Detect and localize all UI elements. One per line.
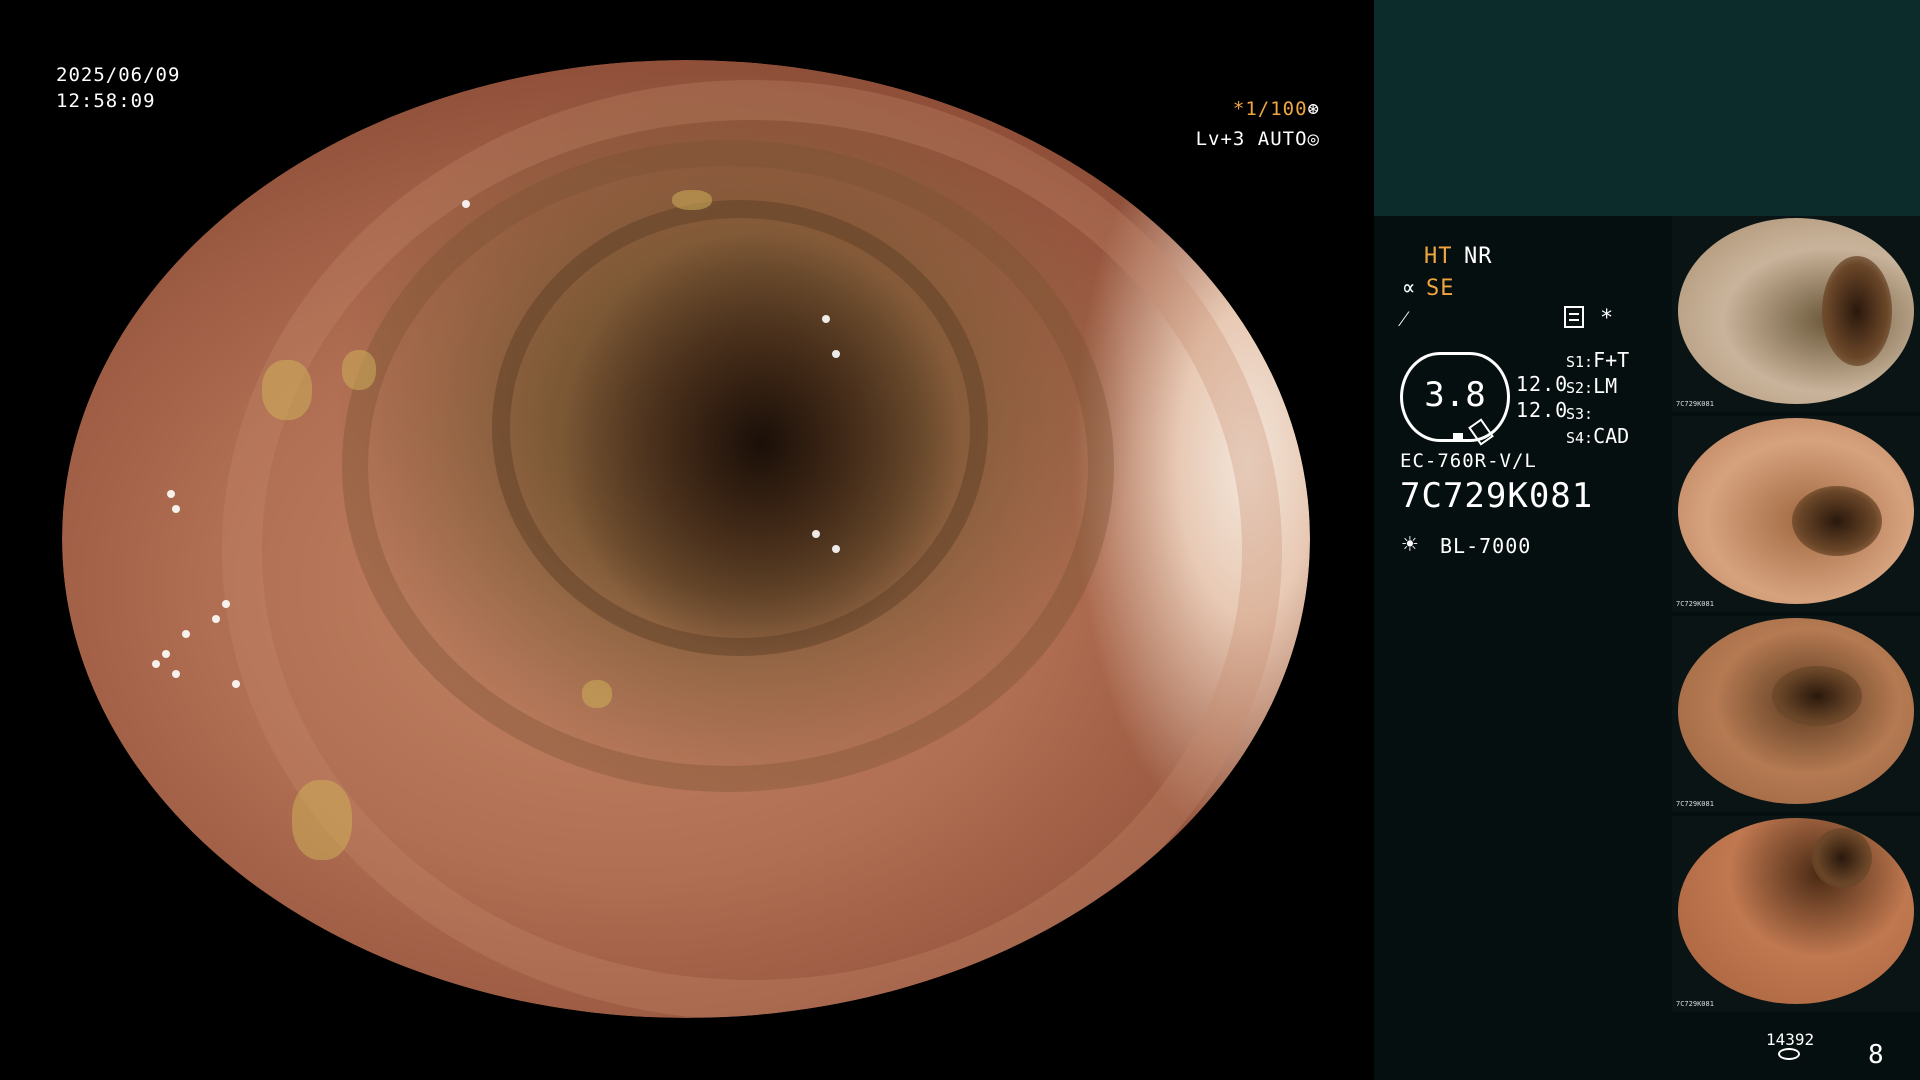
capture-thumbnail[interactable]: 7C729K081 <box>1672 816 1920 1012</box>
scope-model: EC-760R-V/L <box>1400 450 1537 472</box>
debris <box>262 360 312 420</box>
page-number: 8 <box>1868 1040 1884 1070</box>
gauge-box: 3.8 <box>1400 352 1510 446</box>
thumbnail-label: 7C729K081 <box>1676 1000 1714 1008</box>
debris <box>342 350 376 390</box>
debris <box>672 190 712 210</box>
light-reflection <box>172 670 180 678</box>
thumbnail-label: 7C729K081 <box>1676 800 1714 808</box>
debris <box>582 680 612 708</box>
enhancement-icon: ⁄ <box>1402 307 1407 332</box>
light-reflection <box>222 600 230 608</box>
document-icon <box>1564 306 1584 328</box>
nr-label: NR <box>1464 244 1493 269</box>
value-1: 12.0 <box>1516 372 1569 396</box>
switch-1: S1:F+T <box>1566 348 1630 372</box>
switch-4: S4:CAD <box>1566 424 1630 448</box>
light-source-model: BL-7000 <box>1440 534 1532 558</box>
lumen <box>1792 486 1882 556</box>
thumbnail-image <box>1678 818 1914 1004</box>
light-reflection <box>812 530 820 538</box>
light-reflection <box>822 315 830 323</box>
debris <box>292 780 352 860</box>
light-reflection <box>182 630 190 638</box>
light-reflection <box>362 60 370 68</box>
aperture-icon: ⊛ <box>1307 98 1320 120</box>
light-reflection <box>212 615 220 623</box>
panel-header-area <box>1374 0 1920 216</box>
auto-icon: ◎ <box>1307 128 1320 150</box>
lumen <box>1772 666 1862 726</box>
date-text: 2025/06/09 <box>56 64 181 86</box>
time-text: 12:58:09 <box>56 90 156 112</box>
lumen <box>1812 828 1872 888</box>
switch-2: S2:LM <box>1566 374 1618 398</box>
level-text: Lv+3 AUTO <box>1195 128 1308 150</box>
scope-serial: 7C729K081 <box>1400 476 1594 516</box>
endoscope-live-view <box>62 60 1310 1018</box>
ht-label: HT <box>1424 244 1453 269</box>
lumen <box>1822 256 1892 366</box>
thumbnail-label: 7C729K081 <box>1676 600 1714 608</box>
gauge-marker-icon <box>1453 433 1463 441</box>
light-reflection <box>172 505 180 513</box>
shutter-text: *1/100 <box>1232 98 1308 120</box>
light-reflection <box>162 650 170 658</box>
image-counter: 14392 <box>1766 1030 1815 1049</box>
info-panel: HT NR ∝ SE ⁄ * 3.8 12.0 12.0 S1:F+T S2:L… <box>1374 0 1920 1080</box>
light-reflection <box>462 200 470 208</box>
light-reflection <box>167 490 175 498</box>
storage-icon <box>1778 1048 1800 1060</box>
shutter-overlay: *1/100⊛ <box>1233 96 1320 122</box>
switch-3: S3: <box>1566 405 1594 423</box>
light-source-icon: ☀ <box>1402 530 1419 560</box>
capture-thumbnail[interactable]: 7C729K081 <box>1672 216 1920 412</box>
value-2: 12.0 <box>1516 398 1569 422</box>
haustral-fold <box>492 200 988 656</box>
asterisk-indicator: * <box>1600 306 1615 331</box>
light-reflection <box>832 545 840 553</box>
light-reflection <box>152 660 160 668</box>
datetime-overlay: 2025/06/09 12:58:09 <box>56 62 180 114</box>
ruler-icon <box>1468 418 1494 446</box>
light-reflection <box>232 680 240 688</box>
thumbnail-label: 7C729K081 <box>1676 400 1714 408</box>
gauge-value: 3.8 <box>1424 375 1486 415</box>
level-overlay: Lv+3 AUTO◎ <box>1196 126 1320 152</box>
se-label: SE <box>1426 276 1455 301</box>
structure-enhance-icon: ∝ <box>1402 276 1417 301</box>
capture-thumbnail[interactable]: 7C729K081 <box>1672 616 1920 812</box>
capture-thumbnail[interactable]: 7C729K081 <box>1672 416 1920 612</box>
light-reflection <box>832 350 840 358</box>
